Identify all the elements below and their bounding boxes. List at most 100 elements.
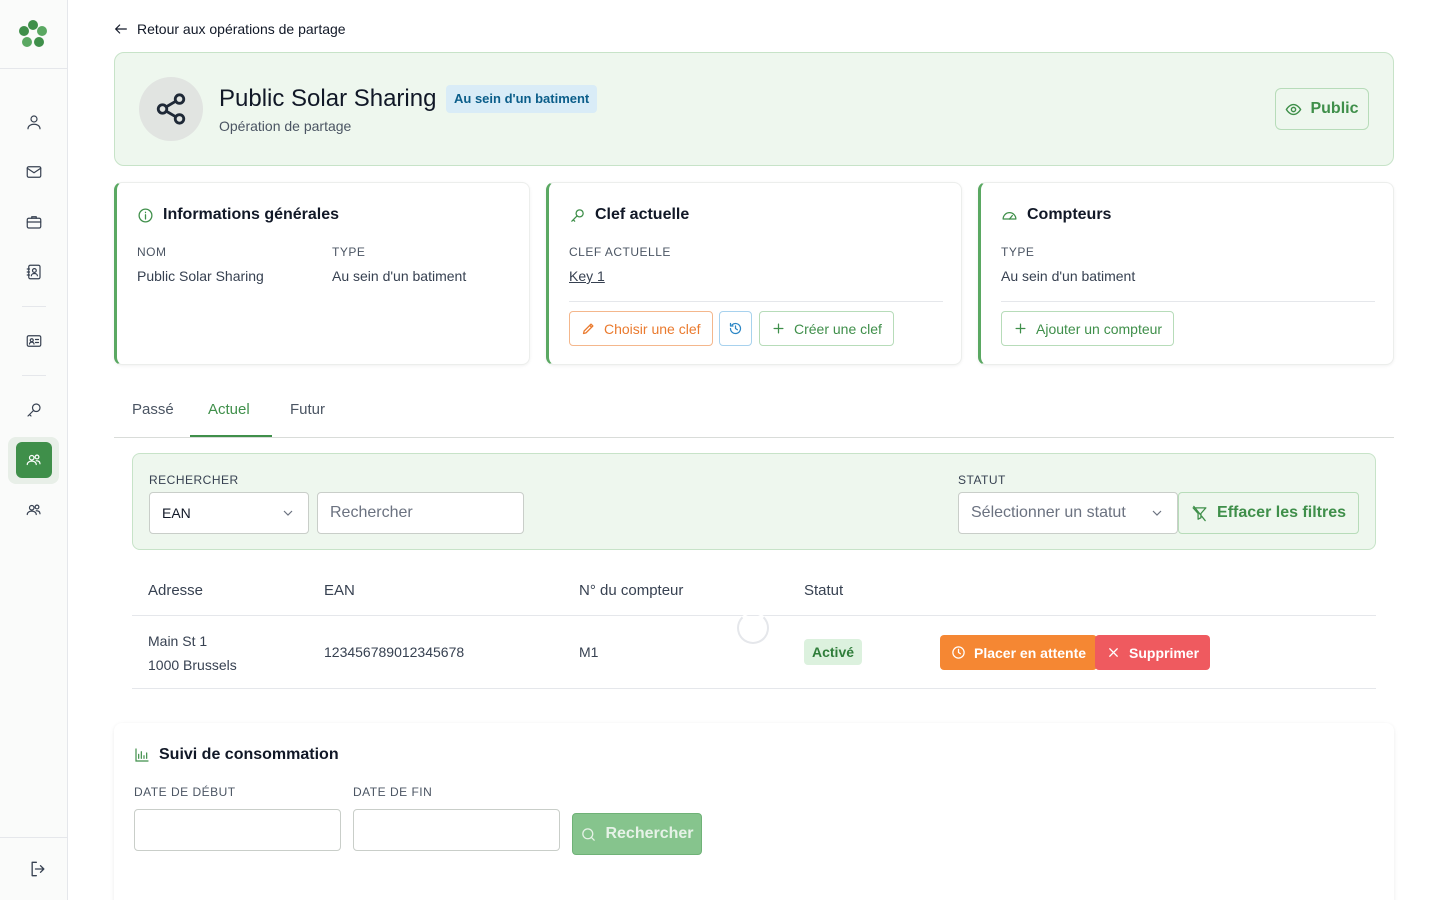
sidebar-item-profile[interactable] [16, 104, 52, 140]
search-field-select[interactable]: EAN [149, 492, 309, 534]
sidebar-item-members[interactable] [16, 492, 52, 528]
plus-icon [1015, 323, 1026, 334]
info-icon [138, 207, 153, 223]
search-icon [582, 827, 596, 841]
name-value: Public Solar Sharing [137, 268, 264, 284]
status-select-placeholder: Sélectionner un statut [971, 504, 1126, 521]
chevron-down-icon [283, 510, 293, 516]
column-header-status: Statut [804, 582, 844, 599]
sidebar-item-id-card[interactable] [16, 323, 52, 359]
page-title: Public Solar Sharing [219, 85, 437, 112]
sidebar [0, 0, 68, 900]
visibility-button[interactable]: Public [1275, 88, 1369, 130]
loading-spinner [737, 612, 769, 644]
operation-avatar [139, 77, 203, 141]
card-title: Suivi de consommation [134, 746, 339, 764]
sidebar-item-briefcase[interactable] [16, 204, 52, 240]
visibility-button-label: Public [1310, 100, 1359, 117]
column-header-meter: N° du compteur [579, 582, 684, 599]
eye-icon [1286, 103, 1302, 115]
id-card-icon [26, 335, 42, 347]
type-label: TYPE [332, 245, 366, 259]
table-row-divider [132, 688, 1376, 689]
sidebar-item-contacts[interactable] [16, 254, 52, 290]
general-info-card: Informations générales NOM Public Solar … [114, 182, 530, 365]
users-icon [26, 504, 41, 516]
sidebar-divider [0, 68, 67, 69]
create-key-label: Créer une clef [794, 320, 882, 337]
consumption-card: Suivi de consommation DATE DE DÉBUT DATE… [114, 723, 1394, 900]
meters-title: Compteurs [1027, 206, 1112, 223]
plus-icon [773, 323, 784, 334]
add-meter-button[interactable]: Ajouter un compteur [1001, 311, 1175, 346]
ean-value: 123456789012345678 [324, 644, 465, 660]
choose-key-button[interactable]: Choisir une clef [569, 311, 713, 346]
name-label: NOM [137, 245, 167, 259]
column-header-ean: EAN [324, 582, 355, 599]
current-key-link[interactable]: Key 1 [569, 268, 605, 284]
key-icon [27, 403, 41, 417]
meters-card: Compteurs TYPE Au sein d'un batiment Ajo… [978, 182, 1394, 365]
tabs-baseline [114, 437, 1394, 438]
app-logo[interactable] [17, 18, 49, 50]
current-key-card: Clef actuelle CLEF ACTUELLE Key 1 Choisi… [546, 182, 962, 365]
sidebar-separator [22, 375, 46, 376]
logout-icon [31, 861, 45, 877]
share-icon [156, 93, 186, 125]
card-divider [1001, 301, 1375, 302]
end-date-label: DATE DE FIN [353, 785, 433, 799]
address-line2: 1000 Brussels [148, 657, 237, 673]
tab-past[interactable]: Passé [132, 401, 174, 418]
operation-header: Public Solar Sharing Au sein d'un batime… [114, 52, 1394, 166]
status-label: STATUT [958, 473, 1006, 487]
search-label: RECHERCHER [149, 473, 239, 487]
clock-icon [952, 646, 965, 659]
delete-label: Supprimer [1129, 644, 1200, 661]
sidebar-separator [22, 306, 46, 307]
current-key-title: Clef actuelle [595, 206, 690, 223]
close-icon [1109, 648, 1118, 657]
clear-filters-button[interactable]: Effacer les filtres [1178, 492, 1359, 534]
put-on-hold-label: Placer en attente [974, 644, 1087, 661]
user-icon [27, 115, 41, 130]
card-title: Clef actuelle [569, 206, 689, 224]
meters-type-label: TYPE [1001, 245, 1035, 259]
consumption-search-button[interactable]: Rechercher [572, 813, 702, 855]
meters-type-value: Au sein d'un batiment [1001, 268, 1136, 284]
consumption-search-label: Rechercher [605, 825, 694, 842]
search-field-value: EAN [162, 505, 191, 521]
clear-filters-label: Effacer les filtres [1217, 504, 1346, 521]
create-key-button[interactable]: Créer une clef [759, 311, 894, 346]
add-meter-label: Ajouter un compteur [1036, 320, 1163, 337]
tab-current[interactable]: Actuel [208, 401, 250, 418]
meter-number: M1 [579, 644, 599, 660]
choose-key-label: Choisir une clef [604, 320, 701, 337]
general-info-title: Informations générales [163, 206, 340, 223]
logout-button[interactable] [20, 851, 56, 887]
status-badge: Activé [804, 639, 863, 665]
card-title: Compteurs [1001, 206, 1111, 224]
chevron-down-icon [1152, 510, 1162, 516]
end-date-input[interactable] [353, 809, 560, 851]
search-input[interactable] [317, 492, 524, 534]
type-value: Au sein d'un batiment [332, 268, 467, 284]
start-date-input[interactable] [134, 809, 341, 851]
delete-button[interactable]: Supprimer [1095, 635, 1211, 670]
card-divider [569, 301, 943, 302]
sidebar-item-sharing[interactable] [16, 442, 52, 478]
sidebar-item-keys[interactable] [16, 392, 52, 428]
status-select[interactable]: Sélectionner un statut [958, 492, 1178, 534]
briefcase-icon [26, 216, 42, 229]
active-tab-indicator [190, 435, 272, 437]
back-link[interactable]: Retour aux opérations de partage [113, 21, 346, 37]
sidebar-item-messages[interactable] [16, 154, 52, 190]
key-history-button[interactable] [719, 311, 752, 346]
pencil-icon [582, 323, 594, 335]
back-link-label: Retour aux opérations de partage [137, 21, 346, 37]
tab-future[interactable]: Futur [290, 401, 325, 418]
users-icon [26, 454, 41, 466]
put-on-hold-button[interactable]: Placer en attente [940, 635, 1098, 670]
current-key-label: CLEF ACTUELLE [569, 245, 671, 259]
page-subtitle: Opération de partage [219, 118, 352, 134]
address-line1: Main St 1 [148, 633, 208, 649]
